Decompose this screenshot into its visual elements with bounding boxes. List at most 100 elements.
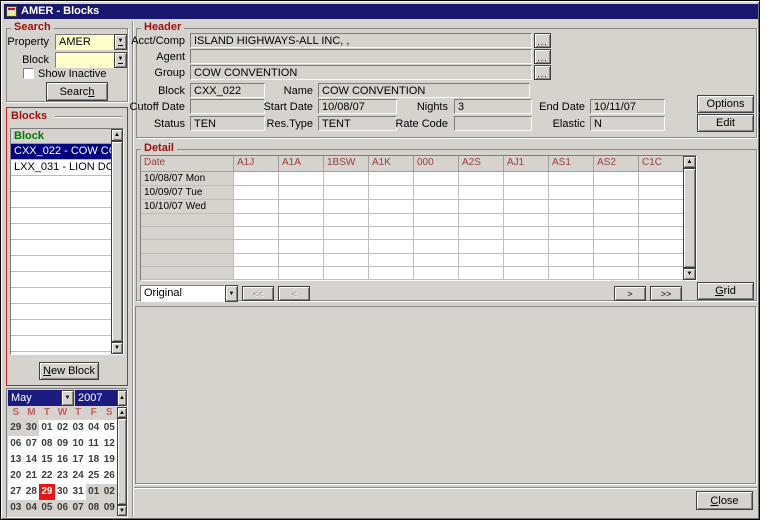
detail-row[interactable] (141, 227, 683, 240)
calendar-day[interactable]: 12 (101, 436, 117, 452)
property-combobox[interactable]: AMER (55, 34, 114, 50)
detail-cell (549, 172, 594, 186)
calendar-day[interactable]: 17 (70, 452, 86, 468)
calendar-day[interactable]: 30 (55, 484, 71, 500)
options-button[interactable]: Options (697, 95, 754, 113)
calendar-day[interactable]: 16 (55, 452, 71, 468)
calendar-day[interactable]: 26 (101, 468, 117, 484)
detail-row[interactable] (141, 267, 683, 280)
calendar-day[interactable]: 24 (70, 468, 86, 484)
nav-prev-button[interactable]: < (278, 286, 310, 301)
scroll-down-icon[interactable]: ▼ (117, 505, 127, 516)
calendar-day[interactable]: 07 (24, 436, 40, 452)
calendar-day[interactable]: 14 (24, 452, 40, 468)
calendar-day[interactable]: 06 (8, 436, 24, 452)
nav-first-button[interactable]: << (242, 286, 274, 301)
detail-row[interactable] (141, 240, 683, 253)
block-combobox[interactable] (55, 52, 114, 68)
view-dropdown-button[interactable]: ▼ (225, 285, 238, 302)
scroll-up-icon[interactable]: ▲ (117, 407, 127, 418)
calendar-day[interactable]: 02 (101, 484, 117, 500)
new-block-button[interactable]: New Block (39, 362, 99, 380)
calendar-month-dropdown-button[interactable]: ▼ (61, 390, 74, 406)
agent-lookup-button[interactable]: ... (534, 49, 551, 64)
calendar-year-field[interactable]: 2007 (75, 390, 117, 406)
calendar-day[interactable]: 29 (39, 484, 55, 500)
show-inactive-checkbox[interactable] (23, 68, 34, 79)
calendar-day[interactable]: 06 (55, 500, 71, 516)
block-list-empty-row (11, 304, 111, 320)
calendar-day[interactable]: 03 (70, 420, 86, 436)
calendar-day[interactable]: 28 (24, 484, 40, 500)
detail-grid: DateA1JA1A1BSWA1K000A2SAJ1AS1AS2C1C 10/0… (140, 155, 697, 281)
calendar-day[interactable]: 01 (86, 484, 102, 500)
elastic-label: Elastic (553, 118, 585, 130)
block-list-scrollbar[interactable]: ▲ ▼ (111, 129, 123, 354)
calendar-day[interactable]: 05 (101, 420, 117, 436)
block-list-item[interactable]: CXX_022 - COW CONVEN (11, 144, 111, 160)
detail-grid-scrollbar[interactable]: ▲ ▼ (683, 156, 696, 280)
calendar-day[interactable]: 25 (86, 468, 102, 484)
app-window: AMER - Blocks Search Property AMER ▼ Blo… (0, 0, 760, 520)
view-dropdown[interactable]: Original (140, 285, 225, 302)
detail-column-header: A1A (279, 156, 324, 172)
property-dropdown-button[interactable]: ▼ (114, 34, 127, 50)
calendar-day[interactable]: 18 (86, 452, 102, 468)
calendar-day[interactable]: 08 (39, 436, 55, 452)
grid-button[interactable]: Grid (697, 282, 754, 300)
calendar-day[interactable]: 09 (55, 436, 71, 452)
detail-row[interactable]: 10/08/07 Mon (141, 172, 683, 186)
calendar-day[interactable]: 21 (24, 468, 40, 484)
detail-cell (279, 227, 324, 240)
scrollbar-thumb[interactable] (111, 141, 123, 342)
calendar-day[interactable]: 13 (8, 452, 24, 468)
calendar-day[interactable]: 30 (24, 420, 40, 436)
detail-cell (549, 240, 594, 253)
detail-row[interactable]: 10/10/07 Wed (141, 200, 683, 214)
header-section-label: Header (141, 21, 184, 33)
block-list-item[interactable]: LXX_031 - LION DO (11, 160, 111, 176)
calendar-day[interactable]: 10 (70, 436, 86, 452)
calendar-day[interactable]: 11 (86, 436, 102, 452)
acct-comp-lookup-button[interactable]: ... (534, 33, 551, 48)
calendar-day[interactable]: 19 (101, 452, 117, 468)
scrollbar-thumb[interactable] (117, 418, 127, 505)
calendar-scrollbar[interactable]: ▲ ▼ (117, 407, 127, 516)
calendar-day[interactable]: 01 (39, 420, 55, 436)
calendar-day[interactable]: 04 (24, 500, 40, 516)
detail-cell (279, 267, 324, 280)
calendar-day[interactable]: 29 (8, 420, 24, 436)
calendar-day[interactable]: 07 (70, 500, 86, 516)
calendar-day[interactable]: 05 (39, 500, 55, 516)
calendar-day[interactable]: 03 (8, 500, 24, 516)
calendar-day[interactable]: 20 (8, 468, 24, 484)
block-dropdown-button[interactable]: ▼ (114, 52, 127, 68)
close-button[interactable]: Close (696, 491, 753, 510)
calendar-day[interactable]: 27 (8, 484, 24, 500)
calendar-day[interactable]: 04 (86, 420, 102, 436)
calendar-year-spin-up-button[interactable]: ▲ (117, 390, 127, 406)
detail-row[interactable] (141, 214, 683, 227)
block-list-empty-row (11, 256, 111, 272)
scroll-down-icon[interactable]: ▼ (111, 342, 123, 354)
search-button[interactable]: Search (46, 82, 108, 101)
calendar-month-dropdown[interactable]: May (8, 390, 61, 406)
group-lookup-button[interactable]: ... (534, 65, 551, 80)
scroll-up-icon[interactable]: ▲ (683, 156, 696, 168)
calendar-day[interactable]: 31 (70, 484, 86, 500)
nav-last-button[interactable]: >> (650, 286, 682, 301)
scrollbar-thumb[interactable] (683, 168, 696, 268)
calendar-day[interactable]: 09 (101, 500, 117, 516)
edit-button[interactable]: Edit (697, 114, 754, 132)
detail-row[interactable] (141, 254, 683, 267)
calendar-day[interactable]: 02 (55, 420, 71, 436)
calendar-day[interactable]: 22 (39, 468, 55, 484)
cutoff-date-label: Cutoff Date (130, 101, 185, 113)
scroll-down-icon[interactable]: ▼ (683, 268, 696, 280)
calendar-day[interactable]: 08 (86, 500, 102, 516)
detail-row[interactable]: 10/09/07 Tue (141, 186, 683, 200)
calendar-day[interactable]: 23 (55, 468, 71, 484)
nav-next-button[interactable]: > (614, 286, 646, 301)
calendar-day[interactable]: 15 (39, 452, 55, 468)
scroll-up-icon[interactable]: ▲ (111, 129, 123, 141)
